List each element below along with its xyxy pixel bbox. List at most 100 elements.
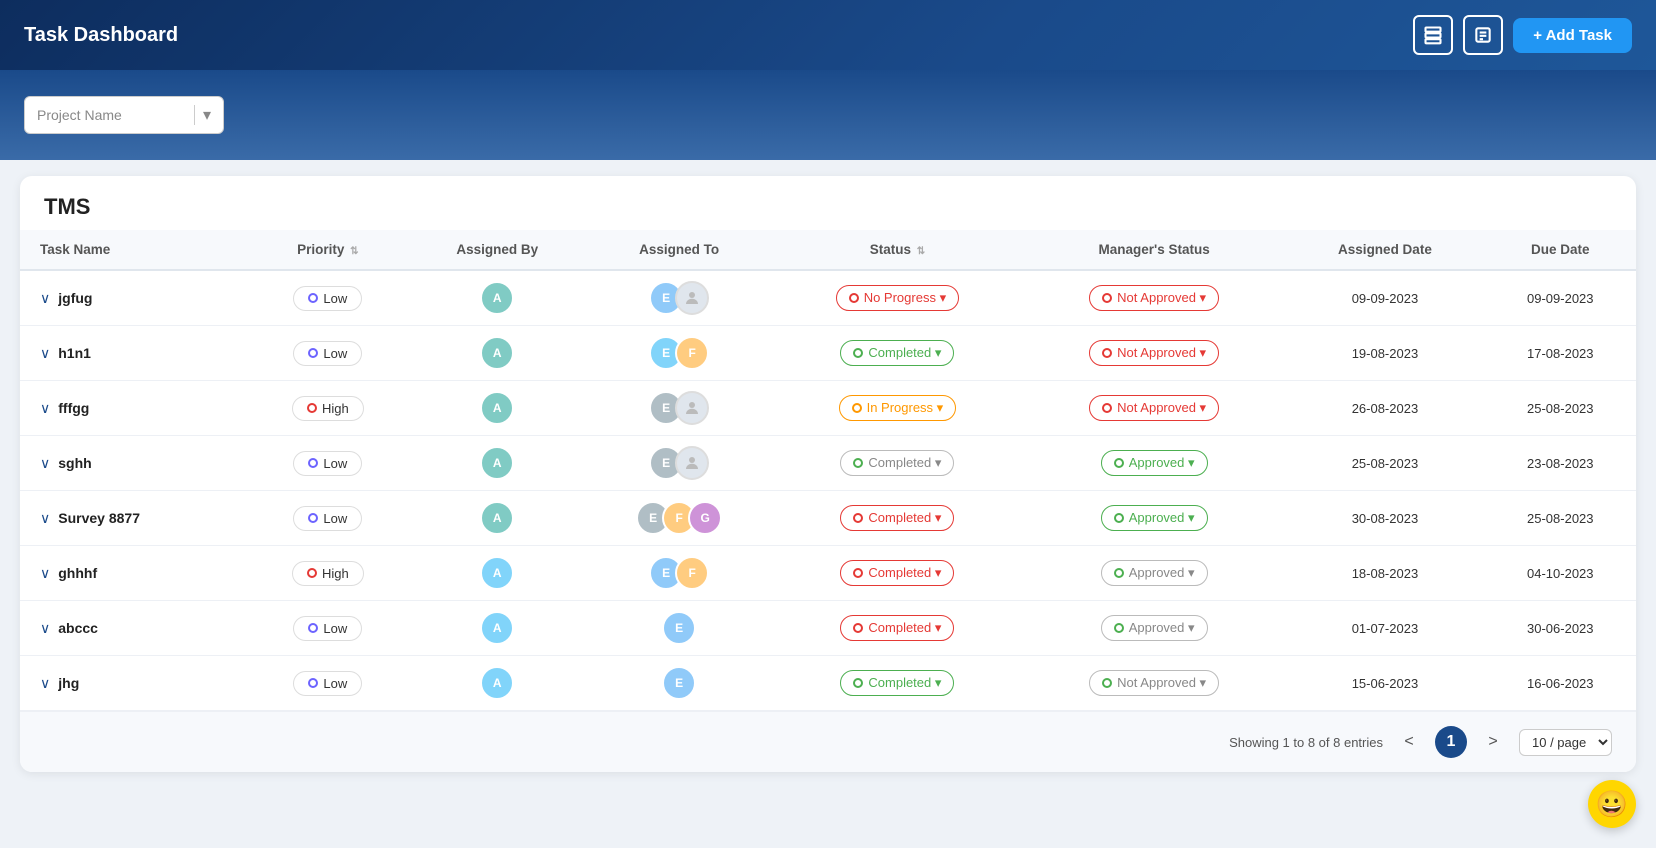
- priority-badge[interactable]: Low: [293, 341, 362, 366]
- emoji-fab-button[interactable]: 😀: [1588, 780, 1636, 828]
- row-expand-icon[interactable]: ∨: [40, 400, 50, 417]
- table-row: ∨ Survey 8877 Low A EFG Completed ▾ A: [20, 491, 1636, 546]
- page-1-button[interactable]: 1: [1435, 726, 1467, 758]
- status-badge[interactable]: No Progress ▾: [836, 285, 959, 311]
- assigned-by-cell: A: [408, 601, 586, 656]
- assigned-by-cell: A: [408, 436, 586, 491]
- manager-status-dot: [1114, 568, 1124, 578]
- manager-status-badge[interactable]: Not Approved ▾: [1089, 340, 1219, 366]
- priority-badge[interactable]: High: [292, 561, 364, 586]
- per-page-select[interactable]: 10 / page: [1519, 729, 1612, 756]
- add-task-button[interactable]: + Add Task: [1513, 18, 1632, 53]
- assigned-to-cell: E: [586, 381, 772, 436]
- due-date-cell: 25-08-2023: [1485, 381, 1636, 436]
- priority-badge[interactable]: Low: [293, 506, 362, 531]
- manager-status-cell: Approved ▾: [1023, 601, 1285, 656]
- assigned-to-cell: EFG: [586, 491, 772, 546]
- manager-status-badge[interactable]: Approved ▾: [1101, 450, 1208, 476]
- priority-badge[interactable]: Low: [293, 286, 362, 311]
- task-name-cell: ∨ h1n1: [20, 326, 248, 381]
- status-cell: No Progress ▾: [772, 270, 1023, 326]
- manager-status-badge[interactable]: Approved ▾: [1101, 615, 1208, 641]
- manager-status-badge[interactable]: Approved ▾: [1101, 560, 1208, 586]
- status-badge[interactable]: Completed ▾: [840, 615, 954, 641]
- manager-status-dot: [1102, 348, 1112, 358]
- assigned-by-group: A: [418, 611, 576, 645]
- task-name: jgfug: [58, 290, 92, 306]
- status-badge[interactable]: In Progress ▾: [839, 395, 957, 421]
- status-badge[interactable]: Completed ▾: [840, 560, 954, 586]
- list-view-button[interactable]: [1413, 15, 1453, 55]
- assigned-date-cell: 18-08-2023: [1285, 546, 1484, 601]
- assigned-by-cell: A: [408, 270, 586, 326]
- manager-status-cell: Approved ▾: [1023, 436, 1285, 491]
- status-badge[interactable]: Completed ▾: [840, 505, 954, 531]
- status-dot: [853, 623, 863, 633]
- col-manager-status: Manager's Status: [1023, 230, 1285, 270]
- export-button[interactable]: [1463, 15, 1503, 55]
- assigned-by-group: A: [418, 446, 576, 480]
- assigned-to-avatar-placeholder: [675, 281, 709, 315]
- manager-status-badge[interactable]: Approved ▾: [1101, 505, 1208, 531]
- priority-badge[interactable]: Low: [293, 451, 362, 476]
- table-row: ∨ abccc Low A E Completed ▾ Approved: [20, 601, 1636, 656]
- emoji-icon: 😀: [1596, 789, 1628, 820]
- col-task-name: Task Name: [20, 230, 248, 270]
- assigned-to-avatar: E: [662, 666, 696, 700]
- task-name-cell: ∨ ghhhf: [20, 546, 248, 601]
- status-cell: Completed ▾: [772, 656, 1023, 711]
- due-date-cell: 30-06-2023: [1485, 601, 1636, 656]
- task-name-cell: ∨ abccc: [20, 601, 248, 656]
- task-name: abccc: [58, 620, 98, 636]
- assigned-to-cell: E: [586, 601, 772, 656]
- row-expand-icon[interactable]: ∨: [40, 510, 50, 527]
- priority-cell: Low: [248, 326, 409, 381]
- status-dot: [853, 568, 863, 578]
- assigned-date-cell: 19-08-2023: [1285, 326, 1484, 381]
- header-title: Task Dashboard: [24, 24, 178, 47]
- next-page-button[interactable]: >: [1477, 726, 1509, 758]
- status-badge[interactable]: Completed ▾: [840, 670, 954, 696]
- task-name-cell: ∨ Survey 8877: [20, 491, 248, 546]
- manager-status-dot: [1114, 513, 1124, 523]
- manager-status-dot: [1114, 623, 1124, 633]
- project-name-select[interactable]: Project Name ▾: [24, 96, 224, 134]
- priority-dot: [307, 568, 317, 578]
- assigned-to-group: E: [596, 391, 762, 425]
- priority-badge[interactable]: Low: [293, 671, 362, 696]
- table-row: ∨ jhg Low A E Completed ▾ Not Approve: [20, 656, 1636, 711]
- manager-status-badge[interactable]: Not Approved ▾: [1089, 395, 1219, 421]
- manager-status-dot: [1102, 403, 1112, 413]
- row-expand-icon[interactable]: ∨: [40, 290, 50, 307]
- row-expand-icon[interactable]: ∨: [40, 455, 50, 472]
- prev-page-button[interactable]: <: [1393, 726, 1425, 758]
- sub-header: Project Name ▾: [0, 70, 1656, 160]
- assigned-to-cell: EF: [586, 546, 772, 601]
- status-badge[interactable]: Completed ▾: [840, 450, 954, 476]
- priority-cell: Low: [248, 436, 409, 491]
- status-badge[interactable]: Completed ▾: [840, 340, 954, 366]
- status-dot: [853, 458, 863, 468]
- status-cell: In Progress ▾: [772, 381, 1023, 436]
- task-name: fffgg: [58, 400, 89, 416]
- task-name-cell: ∨ fffgg: [20, 381, 248, 436]
- row-expand-icon[interactable]: ∨: [40, 345, 50, 362]
- row-expand-icon[interactable]: ∨: [40, 565, 50, 582]
- priority-cell: Low: [248, 601, 409, 656]
- due-date-cell: 25-08-2023: [1485, 491, 1636, 546]
- manager-status-badge[interactable]: Not Approved ▾: [1089, 670, 1219, 696]
- assigned-by-avatar: A: [480, 556, 514, 590]
- row-expand-icon[interactable]: ∨: [40, 675, 50, 692]
- manager-status-badge[interactable]: Not Approved ▾: [1089, 285, 1219, 311]
- col-assigned-to: Assigned To: [586, 230, 772, 270]
- status-dot: [853, 348, 863, 358]
- assigned-by-cell: A: [408, 656, 586, 711]
- row-expand-icon[interactable]: ∨: [40, 620, 50, 637]
- priority-badge[interactable]: Low: [293, 616, 362, 641]
- manager-status-cell: Approved ▾: [1023, 546, 1285, 601]
- table-row: ∨ jgfug Low A E No Progress ▾: [20, 270, 1636, 326]
- select-divider: [194, 105, 195, 125]
- pagination-info: Showing 1 to 8 of 8 entries: [1229, 735, 1383, 750]
- priority-badge[interactable]: High: [292, 396, 364, 421]
- header-actions: + Add Task: [1413, 15, 1632, 55]
